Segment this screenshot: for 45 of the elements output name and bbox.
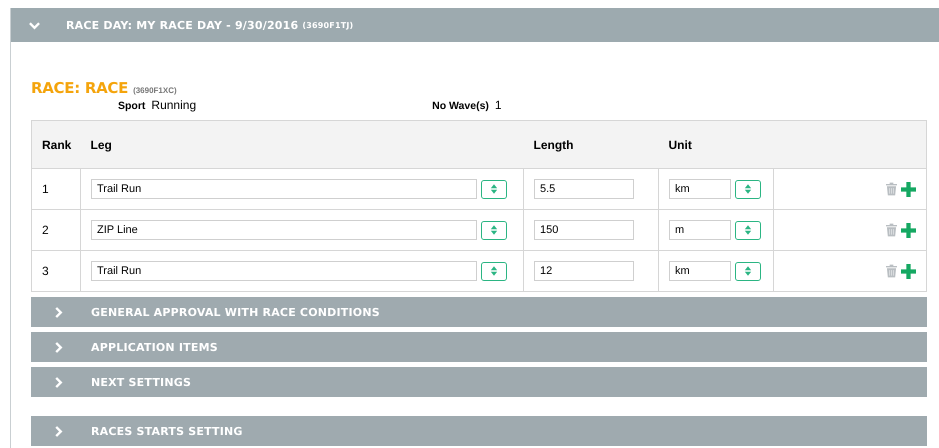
length-field[interactable]: 150: [534, 220, 634, 240]
plus-icon[interactable]: [901, 264, 916, 278]
chevron-right-icon: [53, 376, 64, 388]
chevron-down-icon: [29, 20, 40, 30]
spinner-button[interactable]: [735, 180, 761, 198]
leg-field[interactable]: Trail Run: [91, 179, 477, 199]
unit-field[interactable]: m: [669, 220, 731, 240]
rank-cell: 1: [32, 168, 80, 210]
trash-icon[interactable]: [886, 264, 897, 278]
sport-value: Running: [151, 98, 196, 112]
up-down-arrows-icon: [490, 225, 498, 235]
length-field[interactable]: 5.5: [534, 179, 634, 199]
waves-label: No Wave(s): [432, 100, 489, 112]
leg-field[interactable]: Trail Run: [91, 261, 477, 281]
spinner-button[interactable]: [481, 180, 507, 198]
up-down-arrows-icon: [744, 266, 752, 276]
up-down-arrows-icon: [744, 225, 752, 235]
unit-field[interactable]: km: [669, 261, 731, 281]
rank-cell: 2: [32, 210, 80, 250]
chevron-right-icon: [53, 342, 64, 352]
trash-icon[interactable]: [886, 182, 897, 196]
race-code: (3690F1XC): [133, 86, 177, 95]
up-down-arrows-icon: [490, 266, 498, 276]
spinner-button[interactable]: [481, 220, 507, 240]
race-title: RACE: RACE: [31, 79, 128, 97]
plus-icon[interactable]: [901, 182, 916, 196]
chevron-right-icon: [53, 426, 64, 436]
spinner-button[interactable]: [735, 262, 761, 280]
waves-value: 1: [494, 98, 502, 112]
trash-icon[interactable]: [886, 223, 897, 237]
sport-label: Sport: [118, 100, 146, 112]
rank-cell: 3: [32, 250, 80, 292]
spinner-button[interactable]: [481, 262, 507, 280]
up-down-arrows-icon: [490, 184, 498, 194]
leg-field[interactable]: ZIP Line: [91, 220, 477, 240]
column-header: Unit: [658, 120, 774, 168]
length-field[interactable]: 12: [534, 261, 634, 281]
unit-field[interactable]: km: [669, 179, 731, 199]
column-header: Leg: [80, 120, 524, 168]
column-header: Length: [524, 120, 658, 168]
up-down-arrows-icon: [744, 184, 752, 194]
chevron-right-icon: [53, 306, 64, 318]
column-header: Rank: [32, 120, 80, 168]
plus-icon[interactable]: [901, 222, 916, 238]
spinner-button[interactable]: [735, 220, 761, 240]
